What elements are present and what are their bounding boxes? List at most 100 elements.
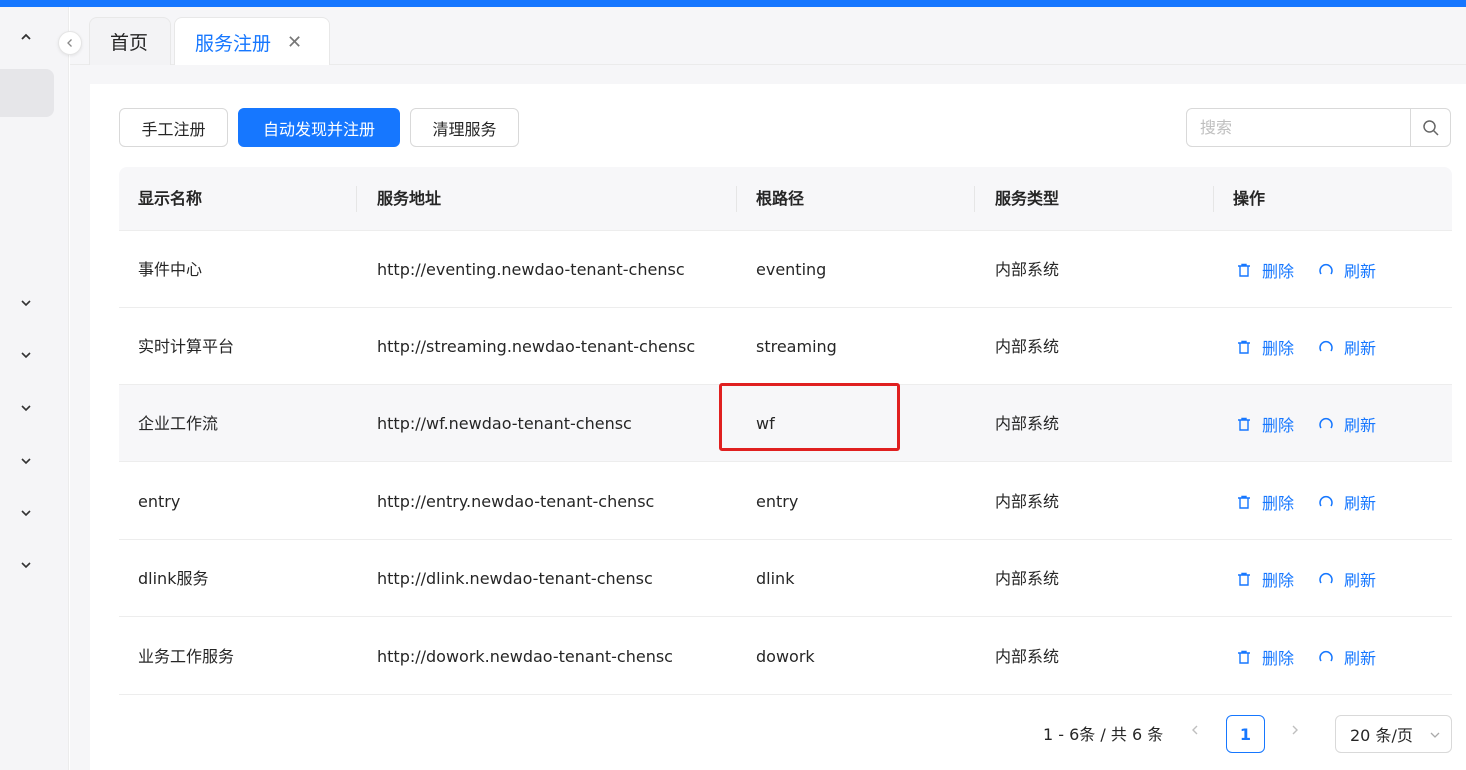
- auto-discover-register-button[interactable]: 自动发现并注册: [238, 108, 400, 147]
- refresh-action[interactable]: 刷新: [1318, 231, 1376, 308]
- cell-service-type: 内部系统: [995, 569, 1060, 588]
- chevron-down-icon[interactable]: [17, 346, 35, 364]
- chevron-down-icon: [1430, 732, 1440, 738]
- refresh-action[interactable]: 刷新: [1318, 540, 1376, 617]
- chevron-down-icon[interactable]: [17, 504, 35, 522]
- cell-root-path: entry: [756, 492, 799, 511]
- column-header-address: 服务地址: [377, 189, 442, 208]
- refresh-label: 刷新: [1344, 648, 1377, 668]
- chevron-down-icon[interactable]: [17, 399, 35, 417]
- cell-address: http://streaming.newdao-tenant-chensc: [377, 337, 696, 356]
- delete-label: 删除: [1262, 648, 1295, 668]
- trash-icon: [1238, 263, 1250, 277]
- top-accent-bar: [0, 0, 1466, 7]
- search-button[interactable]: [1410, 109, 1450, 146]
- trash-icon: [1238, 495, 1250, 509]
- refresh-label: 刷新: [1344, 493, 1377, 513]
- cell-name: entry: [138, 492, 181, 511]
- delete-label: 删除: [1262, 338, 1295, 358]
- table-row: 事件中心 http://eventing.newdao-tenant-chens…: [119, 231, 1452, 308]
- delete-action[interactable]: 删除: [1236, 231, 1294, 308]
- delete-action[interactable]: 删除: [1236, 308, 1294, 385]
- delete-label: 删除: [1262, 415, 1295, 435]
- column-header-service-type: 服务类型: [995, 189, 1060, 208]
- column-divider: [974, 186, 975, 212]
- refresh-label: 刷新: [1344, 338, 1377, 358]
- search-icon: [1422, 119, 1439, 136]
- cell-service-type: 内部系统: [995, 414, 1060, 433]
- table-row: 业务工作服务 http://dowork.newdao-tenant-chens…: [119, 618, 1452, 695]
- cell-name: 实时计算平台: [138, 337, 235, 356]
- refresh-action[interactable]: 刷新: [1318, 618, 1376, 695]
- close-icon[interactable]: ✕: [287, 32, 302, 53]
- chevron-left-icon: [67, 39, 72, 47]
- refresh-action[interactable]: 刷新: [1318, 385, 1376, 462]
- delete-label: 删除: [1262, 261, 1295, 281]
- cell-name: 企业工作流: [138, 414, 219, 433]
- tab-home[interactable]: 首页: [89, 17, 171, 65]
- cell-service-type: 内部系统: [995, 647, 1060, 666]
- sidebar-collapse-button[interactable]: [58, 31, 82, 55]
- cell-address: http://dowork.newdao-tenant-chensc: [377, 647, 673, 666]
- page-size-label: 20 条/页: [1350, 726, 1413, 745]
- cell-root-path: eventing: [756, 260, 827, 279]
- column-header-root-path: 根路径: [756, 189, 805, 208]
- tabs-bar: 首页 服务注册 ✕: [70, 7, 1466, 66]
- table-header: 显示名称 服务地址 根路径 服务类型 操作: [119, 167, 1452, 231]
- refresh-label: 刷新: [1344, 415, 1377, 435]
- cell-service-type: 内部系统: [995, 492, 1060, 511]
- cell-address: http://dlink.newdao-tenant-chensc: [377, 569, 653, 588]
- cell-address: http://eventing.newdao-tenant-chensc: [377, 260, 685, 279]
- highlight-annotation-box: [719, 383, 900, 451]
- refresh-icon: [1319, 572, 1333, 583]
- column-divider: [736, 186, 737, 212]
- tab-service-registration[interactable]: 服务注册 ✕: [174, 17, 330, 66]
- chevron-down-icon[interactable]: [17, 556, 35, 574]
- cell-name: 事件中心: [138, 260, 203, 279]
- cell-root-path: dowork: [756, 647, 815, 666]
- refresh-icon: [1319, 340, 1333, 351]
- delete-action[interactable]: 删除: [1236, 463, 1294, 540]
- refresh-label: 刷新: [1344, 570, 1377, 590]
- table-row: dlink服务 http://dlink.newdao-tenant-chens…: [119, 540, 1452, 617]
- chevron-down-icon[interactable]: [17, 294, 35, 312]
- cell-service-type: 内部系统: [995, 260, 1060, 279]
- delete-action[interactable]: 删除: [1236, 385, 1294, 462]
- delete-action[interactable]: 删除: [1236, 618, 1294, 695]
- pagination-info: 1 - 6条 / 共 6 条: [1043, 725, 1164, 744]
- column-divider: [1213, 186, 1214, 212]
- tab-label: 首页: [110, 32, 149, 54]
- cell-root-path: streaming: [756, 337, 837, 356]
- refresh-icon: [1319, 263, 1333, 274]
- sidebar-active-item[interactable]: [0, 69, 54, 117]
- prev-page-button[interactable]: [1188, 722, 1208, 742]
- manual-register-button[interactable]: 手工注册: [119, 108, 228, 147]
- table-row: 实时计算平台 http://streaming.newdao-tenant-ch…: [119, 308, 1452, 385]
- clean-services-button[interactable]: 清理服务: [410, 108, 519, 147]
- chevron-right-icon: [1292, 725, 1298, 735]
- delete-action[interactable]: 删除: [1236, 540, 1294, 617]
- refresh-action[interactable]: 刷新: [1318, 463, 1376, 540]
- page-number-button[interactable]: 1: [1226, 715, 1265, 753]
- chevron-down-icon[interactable]: [17, 452, 35, 470]
- next-page-button[interactable]: [1288, 722, 1308, 742]
- column-header-name: 显示名称: [138, 189, 203, 208]
- refresh-icon: [1319, 495, 1333, 506]
- trash-icon: [1238, 340, 1250, 354]
- search-input[interactable]: [1187, 109, 1412, 146]
- page-size-select[interactable]: 20 条/页: [1335, 715, 1452, 753]
- refresh-action[interactable]: 刷新: [1318, 308, 1376, 385]
- refresh-label: 刷新: [1344, 261, 1377, 281]
- chevron-left-icon: [1192, 725, 1198, 735]
- column-divider: [356, 186, 357, 212]
- refresh-icon: [1319, 417, 1333, 428]
- table-row: entry http://entry.newdao-tenant-chensc …: [119, 463, 1452, 540]
- collapse-caret-icon[interactable]: [17, 30, 35, 47]
- sidebar: [0, 7, 69, 770]
- delete-label: 删除: [1262, 493, 1295, 513]
- cell-service-type: 内部系统: [995, 337, 1060, 356]
- delete-label: 删除: [1262, 570, 1295, 590]
- cell-address: http://wf.newdao-tenant-chensc: [377, 414, 632, 433]
- trash-icon: [1238, 417, 1250, 431]
- trash-icon: [1238, 572, 1250, 586]
